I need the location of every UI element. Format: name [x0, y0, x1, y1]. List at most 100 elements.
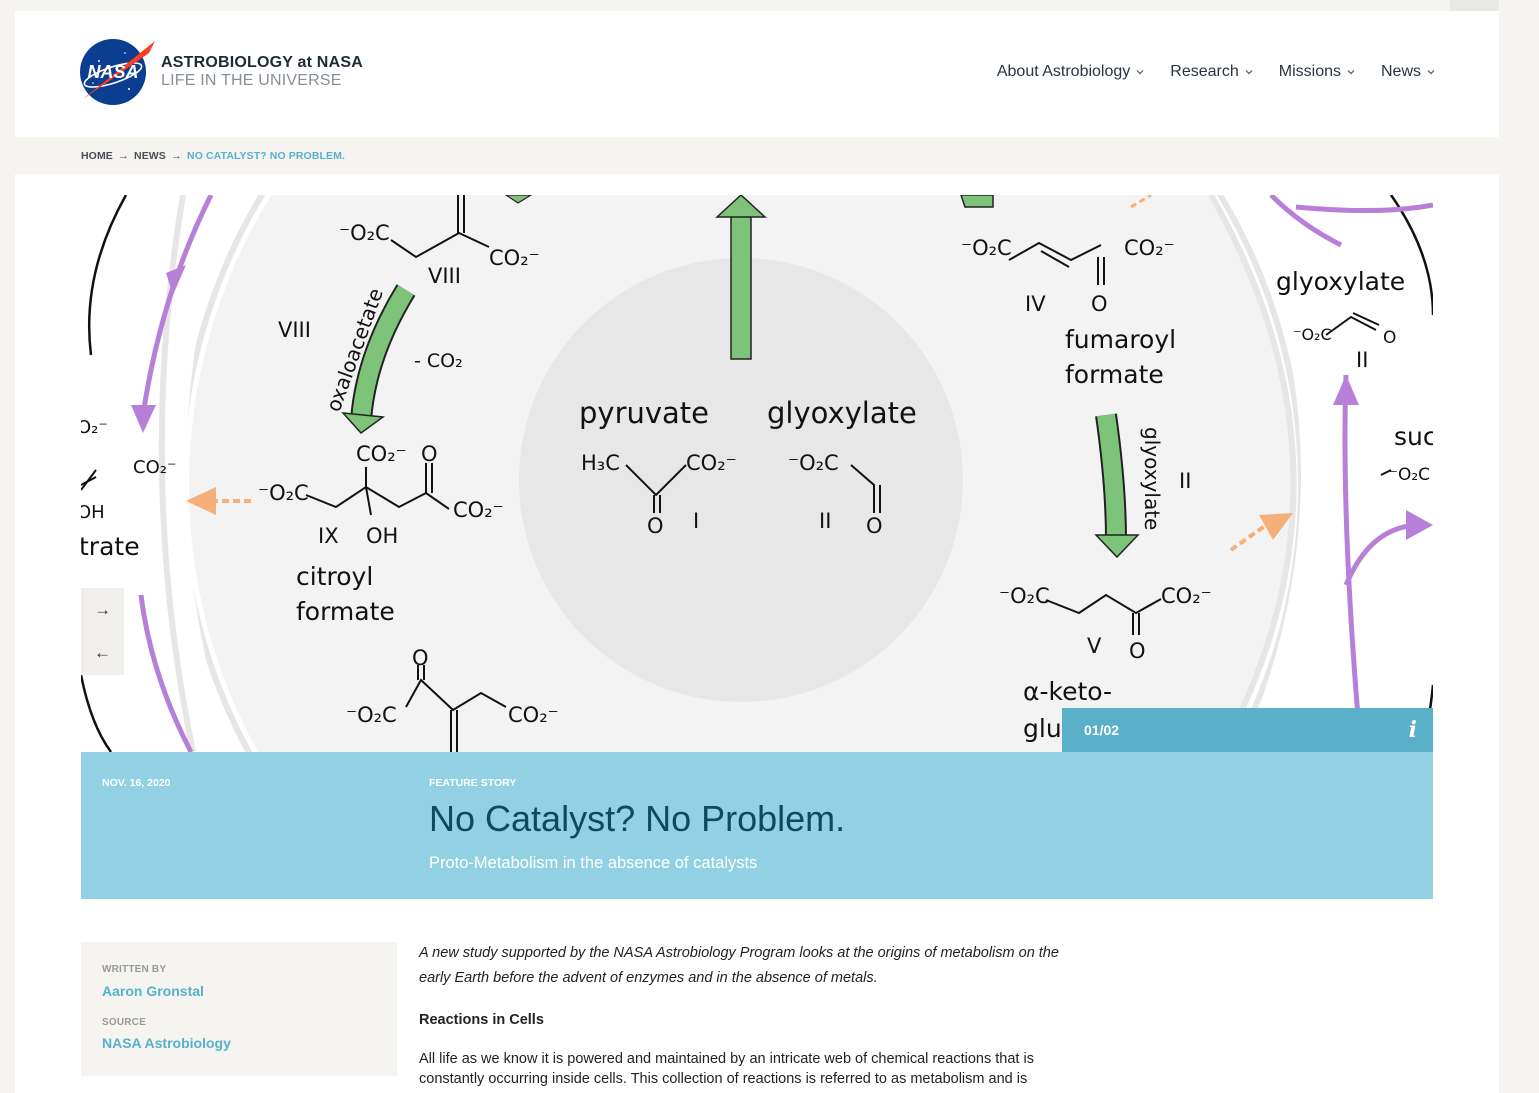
diagram-label-ii: II: [1356, 348, 1368, 372]
diagram-label-o: O: [421, 442, 438, 466]
diagram-label-co2: CO₂⁻: [356, 442, 407, 466]
diagram-label-co2: CO₂⁻: [1124, 236, 1175, 260]
diagram-label-o2c: ⁻O₂C: [1389, 465, 1430, 485]
diagram-label-co2: CO₂⁻: [453, 498, 504, 522]
chevron-down-icon: [1136, 70, 1144, 75]
diagram-label-o2c: ⁻O₂C: [961, 236, 1012, 260]
diagram-label-o: O: [1129, 639, 1146, 663]
slide-caption-bar: 01/02 i: [1062, 708, 1433, 752]
article-title-band: NOV. 16, 2020 FEATURE STORY No Catalyst?…: [81, 752, 1433, 899]
diagram-label-co2: CO₂⁻: [133, 457, 176, 478]
green-arrow-glyoxylate: [1097, 413, 1125, 541]
diagram-label-co2: CO₂⁻: [489, 246, 540, 270]
breadcrumb-home[interactable]: HOME: [81, 150, 113, 162]
chevron-down-icon: [1245, 70, 1253, 75]
breadcrumb-separator-icon: →: [117, 150, 130, 162]
diagram-label-co2: CO₂⁻: [686, 451, 737, 475]
nav-about-astrobiology[interactable]: About Astrobiology: [997, 63, 1144, 81]
green-arrow-up: [730, 214, 752, 360]
nav-research[interactable]: Research: [1170, 63, 1253, 81]
diagram-label-oh: OH: [81, 502, 105, 523]
breadcrumb-news[interactable]: NEWS: [134, 150, 166, 162]
nav-label: News: [1380, 63, 1421, 80]
article-paragraph: All life as we know it is powered and ma…: [419, 1051, 1034, 1087]
info-icon[interactable]: i: [1409, 717, 1417, 743]
diagram-label-formate: formate: [1065, 360, 1164, 389]
diagram-label-viii: VIII: [428, 264, 461, 288]
logo-line1: ASTROBIOLOGY at NASA: [161, 54, 363, 71]
article-intro: A new study supported by the NASA Astrob…: [419, 945, 1059, 986]
diagram-label-aketo: α-keto-: [1023, 677, 1112, 706]
nav-missions[interactable]: Missions: [1279, 63, 1355, 81]
article-kicker: FEATURE STORY: [429, 777, 517, 789]
article-subtitle: Proto-Metabolism in the absence of catal…: [429, 854, 758, 872]
hero-image: ⁻O₂C CO₂⁻ VIII VIII - CO₂ oxaloacetate C…: [81, 195, 1433, 752]
diagram-label-i: I: [693, 509, 699, 533]
diagram-label-fumaroyl: fumaroyl: [1065, 325, 1176, 354]
diagram-label-glyoxylate-arrow: glyoxylate: [1140, 427, 1164, 530]
site-header: NASA ASTROBIOLOGY at NASA LIFE IN THE UN…: [15, 11, 1499, 137]
slider-controls: → ←: [81, 588, 124, 675]
diagram-label-v: V: [1087, 634, 1102, 658]
logo-text: ASTROBIOLOGY at NASA LIFE IN THE UNIVERS…: [161, 54, 363, 90]
diagram-label-o: O: [412, 646, 429, 670]
page-title: No Catalyst? No Problem.: [429, 798, 846, 839]
site-logo[interactable]: NASA ASTROBIOLOGY at NASA LIFE IN THE UN…: [79, 37, 363, 107]
diagram-label-citroyl: citroyl: [296, 562, 373, 591]
arrow-left-icon: ←: [94, 642, 111, 662]
main-nav: About Astrobiology Research Missions New…: [997, 63, 1435, 81]
diagram-label-ii: II: [819, 509, 831, 533]
breadcrumb: HOME → NEWS → NO CATALYST? NO PROBLEM.: [81, 150, 345, 162]
diagram-label-pyruvate: pyruvate: [579, 396, 709, 430]
diagram-label-o2c: ⁻O₂C: [258, 481, 309, 505]
diagram-label-ix: IX: [318, 524, 339, 548]
scroll-tab: [1450, 0, 1499, 11]
diagram-label-o2c: ⁻O₂C: [1293, 325, 1332, 344]
article-meta-box: WRITTEN BY Aaron Gronstal SOURCE NASA As…: [81, 942, 397, 1076]
section-heading: Reactions in Cells: [419, 1012, 544, 1028]
diagram-label-iv: IV: [1025, 292, 1046, 316]
metabolism-diagram: ⁻O₂C CO₂⁻ VIII VIII - CO₂ oxaloacetate C…: [81, 195, 1433, 752]
diagram-label-o: O: [866, 514, 883, 538]
diagram-label-glyoxylate-center: glyoxylate: [767, 396, 917, 430]
slider-next-button[interactable]: →: [81, 588, 124, 631]
diagram-label-o2c: ⁻O₂C: [339, 221, 390, 245]
breadcrumb-separator-icon: →: [170, 150, 183, 162]
diagram-label-o: O: [1091, 292, 1108, 316]
nav-label: About Astrobiology: [996, 63, 1131, 80]
nasa-meatball-icon: NASA: [80, 39, 155, 105]
written-by-label: WRITTEN BY: [102, 964, 167, 975]
logo-wordmark: NASA: [87, 62, 138, 82]
nav-label: Missions: [1278, 63, 1341, 80]
diagram-label-o: O: [1383, 328, 1396, 348]
diagram-label-trate: trate: [81, 532, 140, 561]
diagram-label-minus-co2: - CO₂: [414, 350, 463, 372]
source-link[interactable]: NASA Astrobiology: [102, 1035, 231, 1051]
diagram-label-oh: OH: [366, 524, 398, 548]
arrow-right-icon: →: [94, 599, 111, 619]
diagram-label-glyoxylate-right: glyoxylate: [1276, 267, 1405, 296]
article-date: NOV. 16, 2020: [102, 777, 171, 789]
breadcrumb-current: NO CATALYST? NO PROBLEM.: [187, 150, 345, 162]
diagram-label-co2: CO₂⁻: [508, 703, 559, 727]
diagram-label-formate: formate: [296, 597, 395, 626]
author-link[interactable]: Aaron Gronstal: [102, 983, 204, 999]
chevron-down-icon: [1347, 70, 1355, 75]
diagram-label-suc: suc: [1394, 422, 1433, 451]
diagram-label-glu: glu: [1023, 714, 1062, 743]
diagram-label-o2c: ⁻O₂C: [999, 584, 1050, 608]
diagram-label-o2c: ⁻O₂C: [346, 703, 397, 727]
source-label: SOURCE: [102, 1017, 146, 1028]
chevron-down-icon: [1427, 70, 1435, 75]
diagram-label-o2-fragment: O₂⁻: [81, 417, 108, 438]
diagram-label-o2c: ⁻O₂C: [788, 451, 839, 475]
slider-prev-button[interactable]: ←: [81, 631, 124, 674]
nav-label: Research: [1170, 63, 1239, 80]
logo-line2: LIFE IN THE UNIVERSE: [161, 72, 342, 89]
article-body: A new study supported by the NASA Astrob…: [419, 941, 1079, 1089]
diagram-label-ii: II: [1179, 469, 1191, 493]
diagram-label-h3c: H₃C: [581, 451, 620, 475]
nav-news[interactable]: News: [1381, 63, 1435, 81]
diagram-label-o: O: [647, 514, 664, 538]
diagram-label-viii: VIII: [278, 318, 311, 342]
